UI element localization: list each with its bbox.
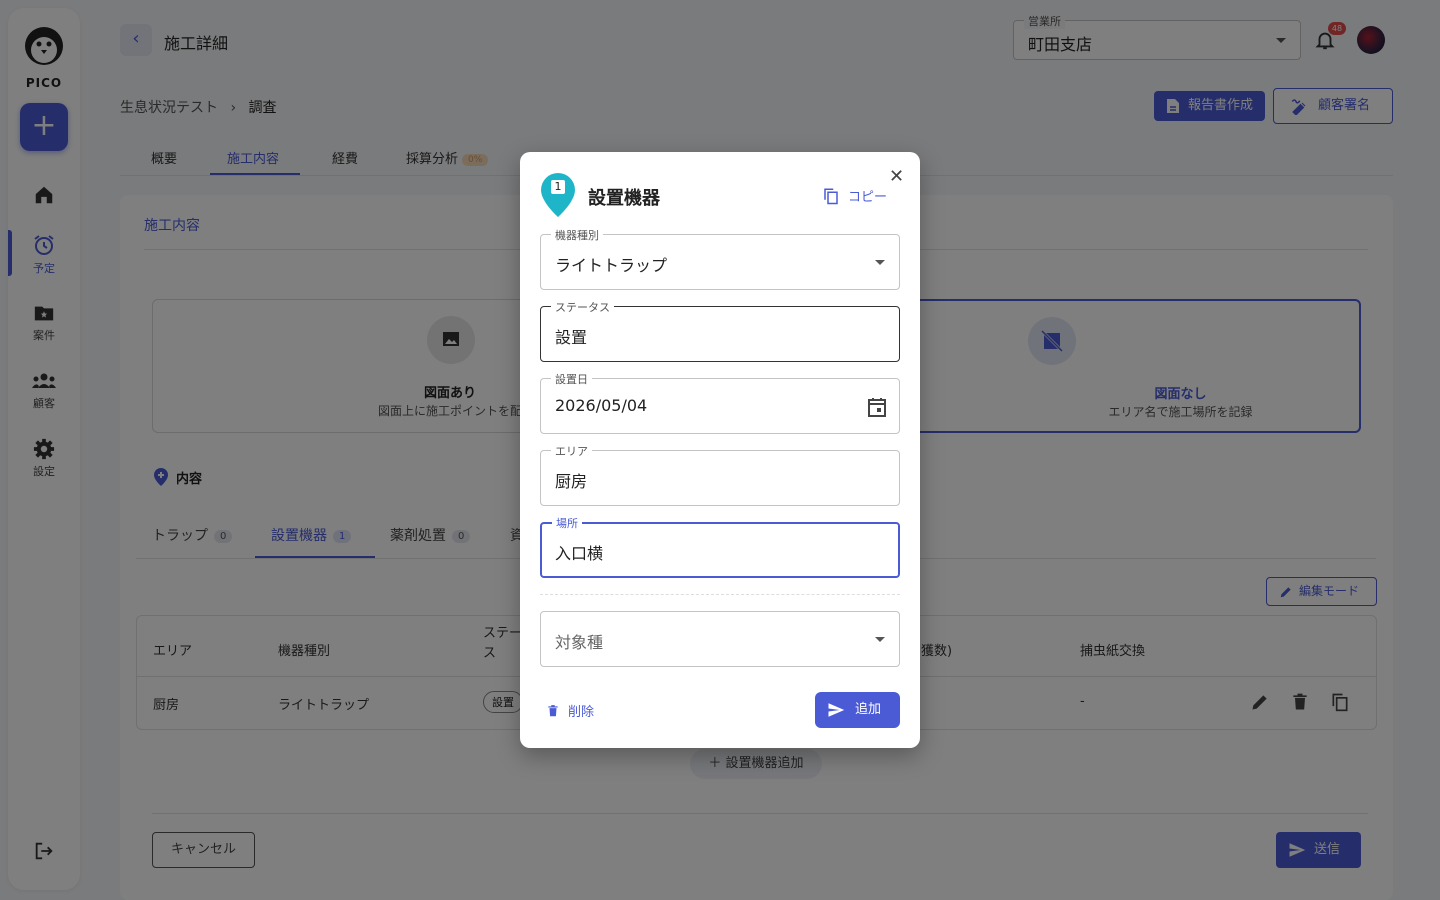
field-label: 場所 <box>552 515 582 531</box>
copy-label: コピー <box>848 190 888 205</box>
area-field[interactable]: エリア 厨房 <box>540 443 900 506</box>
equipment-dialog: 1 設置機器 コピー ✕ 機器種別 ライトトラップ ステータス 設置 設置日 2… <box>520 152 920 748</box>
copy-button[interactable]: コピー <box>822 186 887 206</box>
delete-button[interactable]: 削除 <box>546 701 594 720</box>
pin-number: 1 <box>551 180 565 194</box>
status-field[interactable]: ステータス 設置 <box>540 299 900 362</box>
location-pin-icon <box>541 173 575 217</box>
location-field[interactable]: 場所 入口横 <box>540 515 900 578</box>
calendar-icon[interactable] <box>865 395 889 419</box>
field-value: 設置 <box>555 328 588 347</box>
field-value: ライトトラップ <box>555 256 668 275</box>
add-label: 追加 <box>855 702 882 717</box>
field-label: 設置日 <box>551 371 592 387</box>
install-date-field[interactable]: 設置日 2026/05/04 <box>540 371 900 434</box>
add-button[interactable]: 追加 <box>815 692 900 728</box>
field-label: ステータス <box>551 299 614 315</box>
close-icon[interactable]: ✕ <box>889 166 904 187</box>
trash-icon <box>548 705 558 717</box>
chevron-down-icon <box>875 260 885 265</box>
field-placeholder: 対象種 <box>555 633 604 652</box>
send-icon <box>828 703 845 717</box>
field-label: エリア <box>551 443 592 459</box>
equipment-type-select[interactable]: 機器種別 ライトトラップ <box>540 227 900 290</box>
field-value: 2026/05/04 <box>555 396 648 415</box>
field-value: 入口横 <box>555 544 604 563</box>
divider <box>540 594 900 595</box>
target-species-select[interactable]: 対象種 <box>540 611 900 667</box>
chevron-down-icon <box>875 637 885 642</box>
dialog-title: 設置機器 <box>588 188 660 209</box>
delete-label: 削除 <box>568 705 595 720</box>
copy-icon <box>824 188 838 205</box>
field-value: 厨房 <box>555 472 588 491</box>
field-label: 機器種別 <box>551 227 603 243</box>
